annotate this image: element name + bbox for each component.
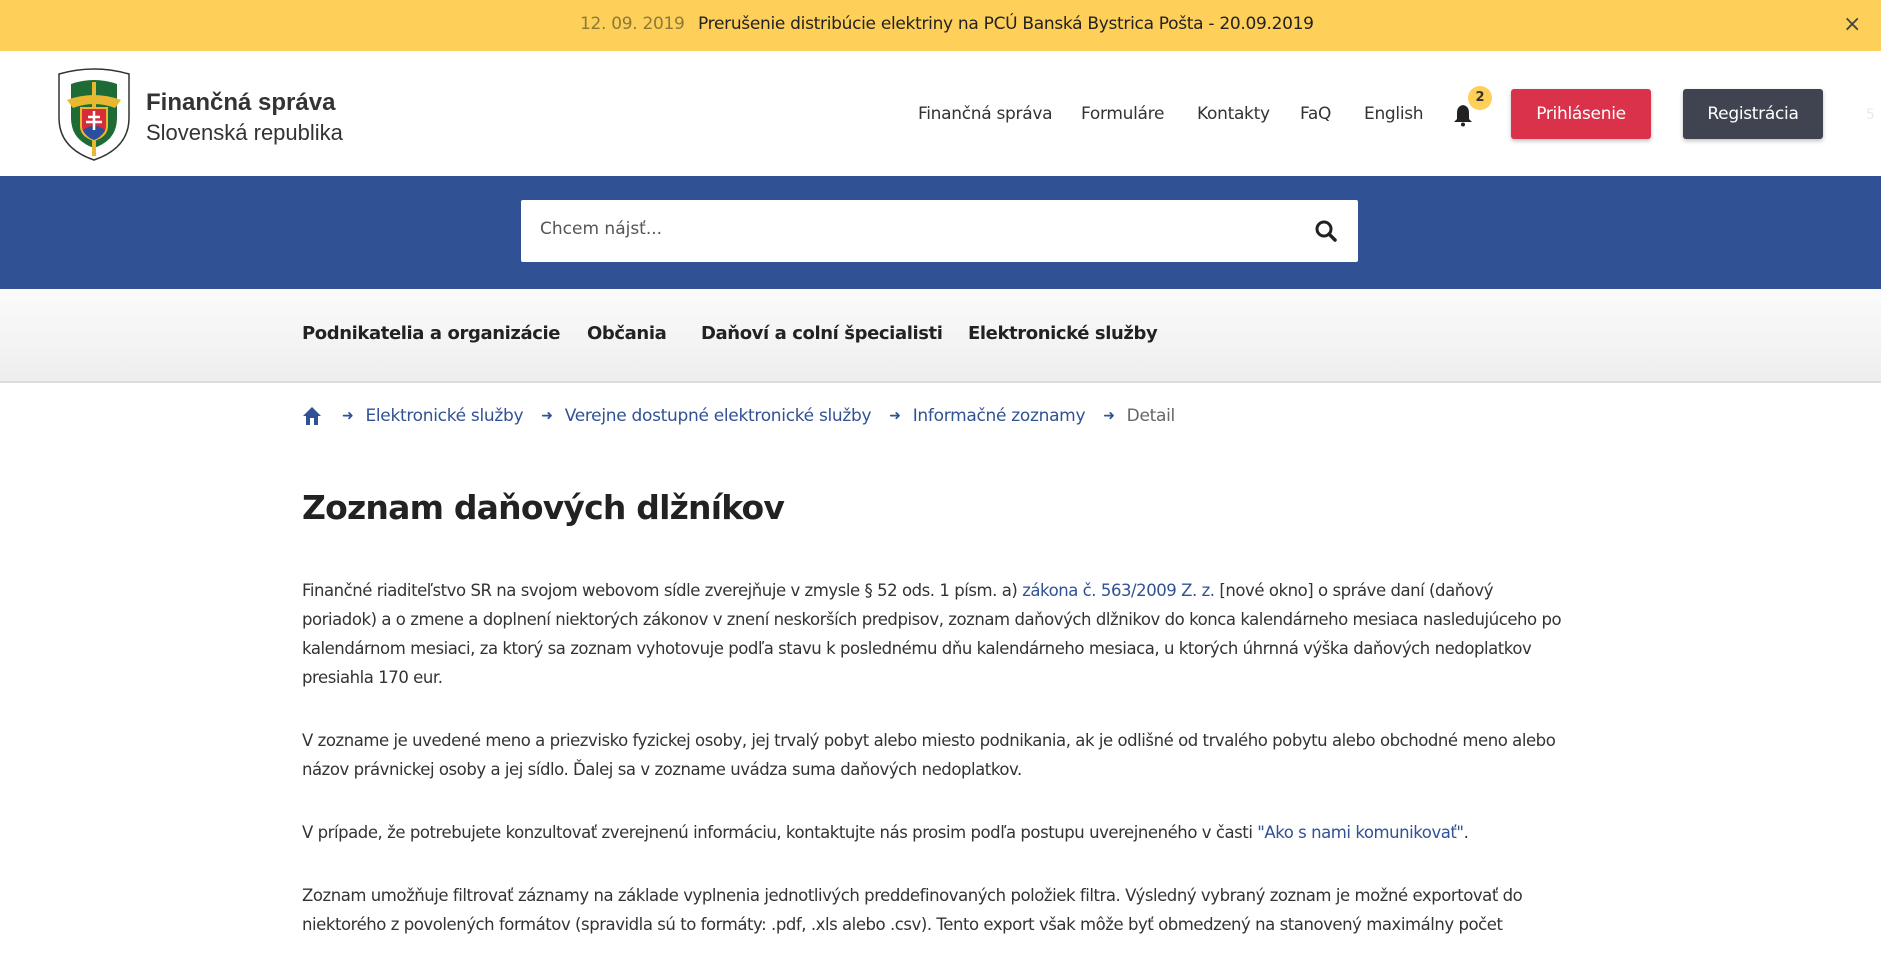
announcement-date: 12. 09. 2019 xyxy=(580,14,685,34)
page-title: Zoznam daňových dlžníkov xyxy=(302,488,785,527)
main-nav-specialisti[interactable]: Daňoví a colní špecialisti xyxy=(701,323,943,344)
close-icon[interactable]: × xyxy=(1843,12,1861,37)
site-header: Finančná správa Slovenská republika Fina… xyxy=(0,51,1881,176)
search-box xyxy=(521,200,1358,262)
login-button[interactable]: Prihlásenie xyxy=(1511,89,1651,139)
nav-formulare[interactable]: Formuláre xyxy=(1081,104,1164,124)
financna-sprava-logo[interactable] xyxy=(55,68,133,162)
main-nav-podnikatelia[interactable]: Podnikatelia a organizácie xyxy=(302,323,560,344)
home-icon[interactable] xyxy=(302,406,322,426)
law-link[interactable]: zákona č. 563/2009 Z. z. xyxy=(1022,581,1215,600)
page-content: Finančné riaditeľstvo SR na svojom webov… xyxy=(302,576,1572,973)
content-paragraph: V zozname je uvedené meno a priezvisko f… xyxy=(302,731,1556,779)
nav-faq[interactable]: FaQ xyxy=(1300,104,1331,124)
main-nav-elektronicke-sluzby[interactable]: Elektronické služby xyxy=(968,323,1158,344)
main-nav: Podnikatelia a organizácie Občania Daňov… xyxy=(0,289,1881,383)
filter-paragraph: Zoznam umožňuje filtrovať záznamy na zák… xyxy=(302,886,1523,934)
main-nav-obcania[interactable]: Občania xyxy=(587,323,667,344)
brand-country: Slovenská republika xyxy=(146,120,343,145)
text: Finančné riaditeľstvo SR na svojom webov… xyxy=(302,581,1023,600)
nav-kontakty[interactable]: Kontakty xyxy=(1197,104,1270,124)
breadcrumb-verejne-sluzby[interactable]: Verejne dostupné elektronické služby xyxy=(565,406,872,426)
text: V prípade, že potrebujete konzultovať zv… xyxy=(302,823,1258,842)
text: . xyxy=(1463,823,1469,842)
communication-link[interactable]: "Ako s nami komunikovať" xyxy=(1257,823,1464,842)
register-button[interactable]: Registrácia xyxy=(1683,89,1823,139)
breadcrumb-current: Detail xyxy=(1126,406,1176,426)
arrow-right-icon: ➜ xyxy=(342,408,354,424)
announcement-link[interactable]: Prerušenie distribúcie elektriny na PCÚ … xyxy=(698,14,1314,34)
breadcrumb: ➜ Elektronické služby ➜ Verejne dostupné… xyxy=(302,404,1175,428)
announcement-bar: 12. 09. 2019 Prerušenie distribúcie elek… xyxy=(0,0,1881,51)
arrow-right-icon: ➜ xyxy=(889,408,901,424)
notification-badge[interactable]: 2 xyxy=(1468,86,1492,110)
search-band xyxy=(0,176,1881,289)
arrow-right-icon: ➜ xyxy=(1103,408,1115,424)
search-input[interactable] xyxy=(540,219,1280,239)
nav-english[interactable]: English xyxy=(1364,104,1424,124)
breadcrumb-informacne-zoznamy[interactable]: Informačné zoznamy xyxy=(913,406,1086,426)
corner-mark: 5 xyxy=(1866,107,1875,123)
arrow-right-icon: ➜ xyxy=(541,408,553,424)
brand-name: Finančná správa xyxy=(146,89,336,116)
intro-paragraph: Finančné riaditeľstvo SR na svojom webov… xyxy=(302,576,1572,692)
nav-financna-sprava[interactable]: Finančná správa xyxy=(918,104,1053,124)
search-icon[interactable] xyxy=(1314,219,1338,243)
breadcrumb-elektronicke-sluzby[interactable]: Elektronické služby xyxy=(365,406,523,426)
contact-paragraph: V prípade, že potrebujete konzultovať zv… xyxy=(302,818,1572,847)
